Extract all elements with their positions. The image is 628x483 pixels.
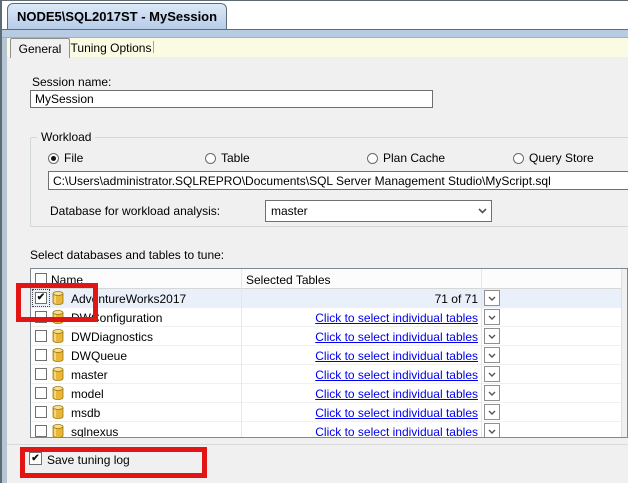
row-checkbox[interactable] (35, 425, 47, 437)
database-icon (52, 367, 64, 384)
row-checkbox[interactable] (35, 311, 47, 323)
table-row[interactable]: DWConfiguration Click to select individu… (31, 308, 627, 327)
workload-db-value: master (271, 204, 308, 218)
row-checkbox[interactable] (35, 406, 47, 418)
tune-table-body: ✔ AdventureWorks2017 71 of 71 DWConfigur… (31, 289, 627, 438)
table-row[interactable]: master Click to select individual tables (31, 365, 627, 384)
database-icon (52, 348, 64, 365)
db-name: model (71, 387, 104, 401)
radio-button-icon (513, 152, 524, 164)
session-name-input[interactable] (30, 90, 433, 108)
selected-tables-value[interactable]: Click to select individual tables (241, 368, 478, 382)
row-tables-dropdown-button[interactable] (484, 366, 500, 382)
db-name: AdventureWorks2017 (71, 292, 187, 306)
radio-button-icon (48, 152, 59, 164)
column-header-name: Name (51, 273, 84, 287)
tab-tuning-options-label: Tuning Options (70, 40, 152, 55)
database-icon (52, 424, 64, 437)
tab-separator (153, 41, 154, 53)
radio-file[interactable]: File (48, 151, 83, 165)
select-databases-label: Select databases and tables to tune: (30, 248, 225, 262)
tab-tuning-options[interactable]: Tuning Options (70, 38, 152, 57)
radio-query-store-label: Query Store (529, 151, 594, 165)
radio-table-label: Table (221, 151, 250, 165)
radio-table[interactable]: Table (205, 151, 250, 165)
db-name: master (71, 368, 108, 382)
save-tuning-log-label: Save tuning log (47, 453, 130, 467)
row-tables-dropdown-button[interactable] (484, 290, 500, 306)
selected-tables-value[interactable]: Click to select individual tables (241, 349, 478, 363)
session-tab[interactable]: NODE5\SQL2017ST - MySession (7, 3, 227, 29)
radio-query-store[interactable]: Query Store (513, 151, 594, 165)
db-name: sqlnexus (71, 425, 119, 438)
table-row[interactable]: msdb Click to select individual tables (31, 403, 627, 422)
database-icon (52, 291, 64, 308)
table-row[interactable]: ✔ AdventureWorks2017 71 of 71 (31, 289, 627, 308)
row-tables-dropdown-button[interactable] (484, 347, 500, 363)
row-tables-dropdown-button[interactable] (484, 385, 500, 401)
table-scrollbar[interactable] (621, 269, 627, 437)
select-all-checkbox[interactable] (35, 273, 47, 285)
workload-db-label: Database for workload analysis: (50, 204, 221, 218)
table-row[interactable]: sqlnexus Click to select individual tabl… (31, 422, 627, 438)
radio-plan-cache[interactable]: Plan Cache (367, 151, 445, 165)
save-tuning-log-checkbox[interactable]: ✔ (29, 452, 42, 465)
database-icon (52, 386, 64, 403)
row-checkbox[interactable]: ✔ (32, 289, 50, 307)
session-name-label: Session name: (32, 75, 112, 89)
db-name: msdb (71, 406, 101, 420)
selected-tables-value[interactable]: Click to select individual tables (241, 311, 478, 325)
database-icon (52, 329, 64, 346)
database-icon (52, 405, 64, 422)
tab-general[interactable]: General (10, 38, 70, 58)
workload-file-path-input[interactable] (48, 171, 628, 190)
row-checkbox[interactable] (35, 387, 47, 399)
radio-button-icon (367, 152, 378, 164)
row-tables-dropdown-button[interactable] (484, 309, 500, 325)
column-header-selected-tables: Selected Tables (246, 273, 331, 287)
db-name: DWQueue (71, 349, 128, 363)
window-top-border (0, 0, 628, 1)
tab-general-label: General (18, 41, 62, 56)
table-row[interactable]: DWQueue Click to select individual table… (31, 346, 627, 365)
row-checkbox[interactable] (35, 330, 47, 342)
content-bottom-divider (7, 444, 628, 445)
row-tables-dropdown-button[interactable] (484, 423, 500, 437)
db-name: DWConfiguration (71, 311, 163, 325)
column-divider (241, 269, 242, 437)
radio-file-label: File (64, 151, 84, 165)
selected-tables-value[interactable]: Click to select individual tables (241, 387, 478, 401)
row-tables-dropdown-button[interactable] (484, 404, 500, 420)
window-left-inner-strip (2, 29, 7, 483)
column-divider (481, 269, 482, 437)
table-row[interactable]: DWDiagnostics Click to select individual… (31, 327, 627, 346)
radio-plan-cache-label: Plan Cache (383, 151, 446, 165)
tune-table-header: Name Selected Tables (31, 269, 627, 289)
db-name: DWDiagnostics (71, 330, 154, 344)
selected-tables-value[interactable]: Click to select individual tables (241, 330, 478, 344)
row-checkbox[interactable] (35, 349, 47, 361)
tune-table: Name Selected Tables ✔ AdventureWorks201… (30, 268, 628, 438)
session-tab-title: NODE5\SQL2017ST - MySession (16, 9, 218, 24)
workload-group-label: Workload (37, 130, 96, 144)
session-tab-strip (2, 30, 628, 37)
selected-tables-value[interactable]: Click to select individual tables (241, 406, 478, 420)
row-tables-dropdown-button[interactable] (484, 328, 500, 344)
row-checkbox[interactable] (35, 368, 47, 380)
database-icon (52, 310, 64, 327)
chevron-down-icon (473, 208, 491, 214)
dta-window: NODE5\SQL2017ST - MySession General Tuni… (0, 0, 628, 483)
selected-tables-value[interactable]: 71 of 71 (241, 292, 478, 306)
workload-db-combobox[interactable]: master (265, 200, 492, 222)
radio-button-icon (205, 152, 216, 164)
table-row[interactable]: model Click to select individual tables (31, 384, 627, 403)
selected-tables-value[interactable]: Click to select individual tables (241, 425, 478, 437)
